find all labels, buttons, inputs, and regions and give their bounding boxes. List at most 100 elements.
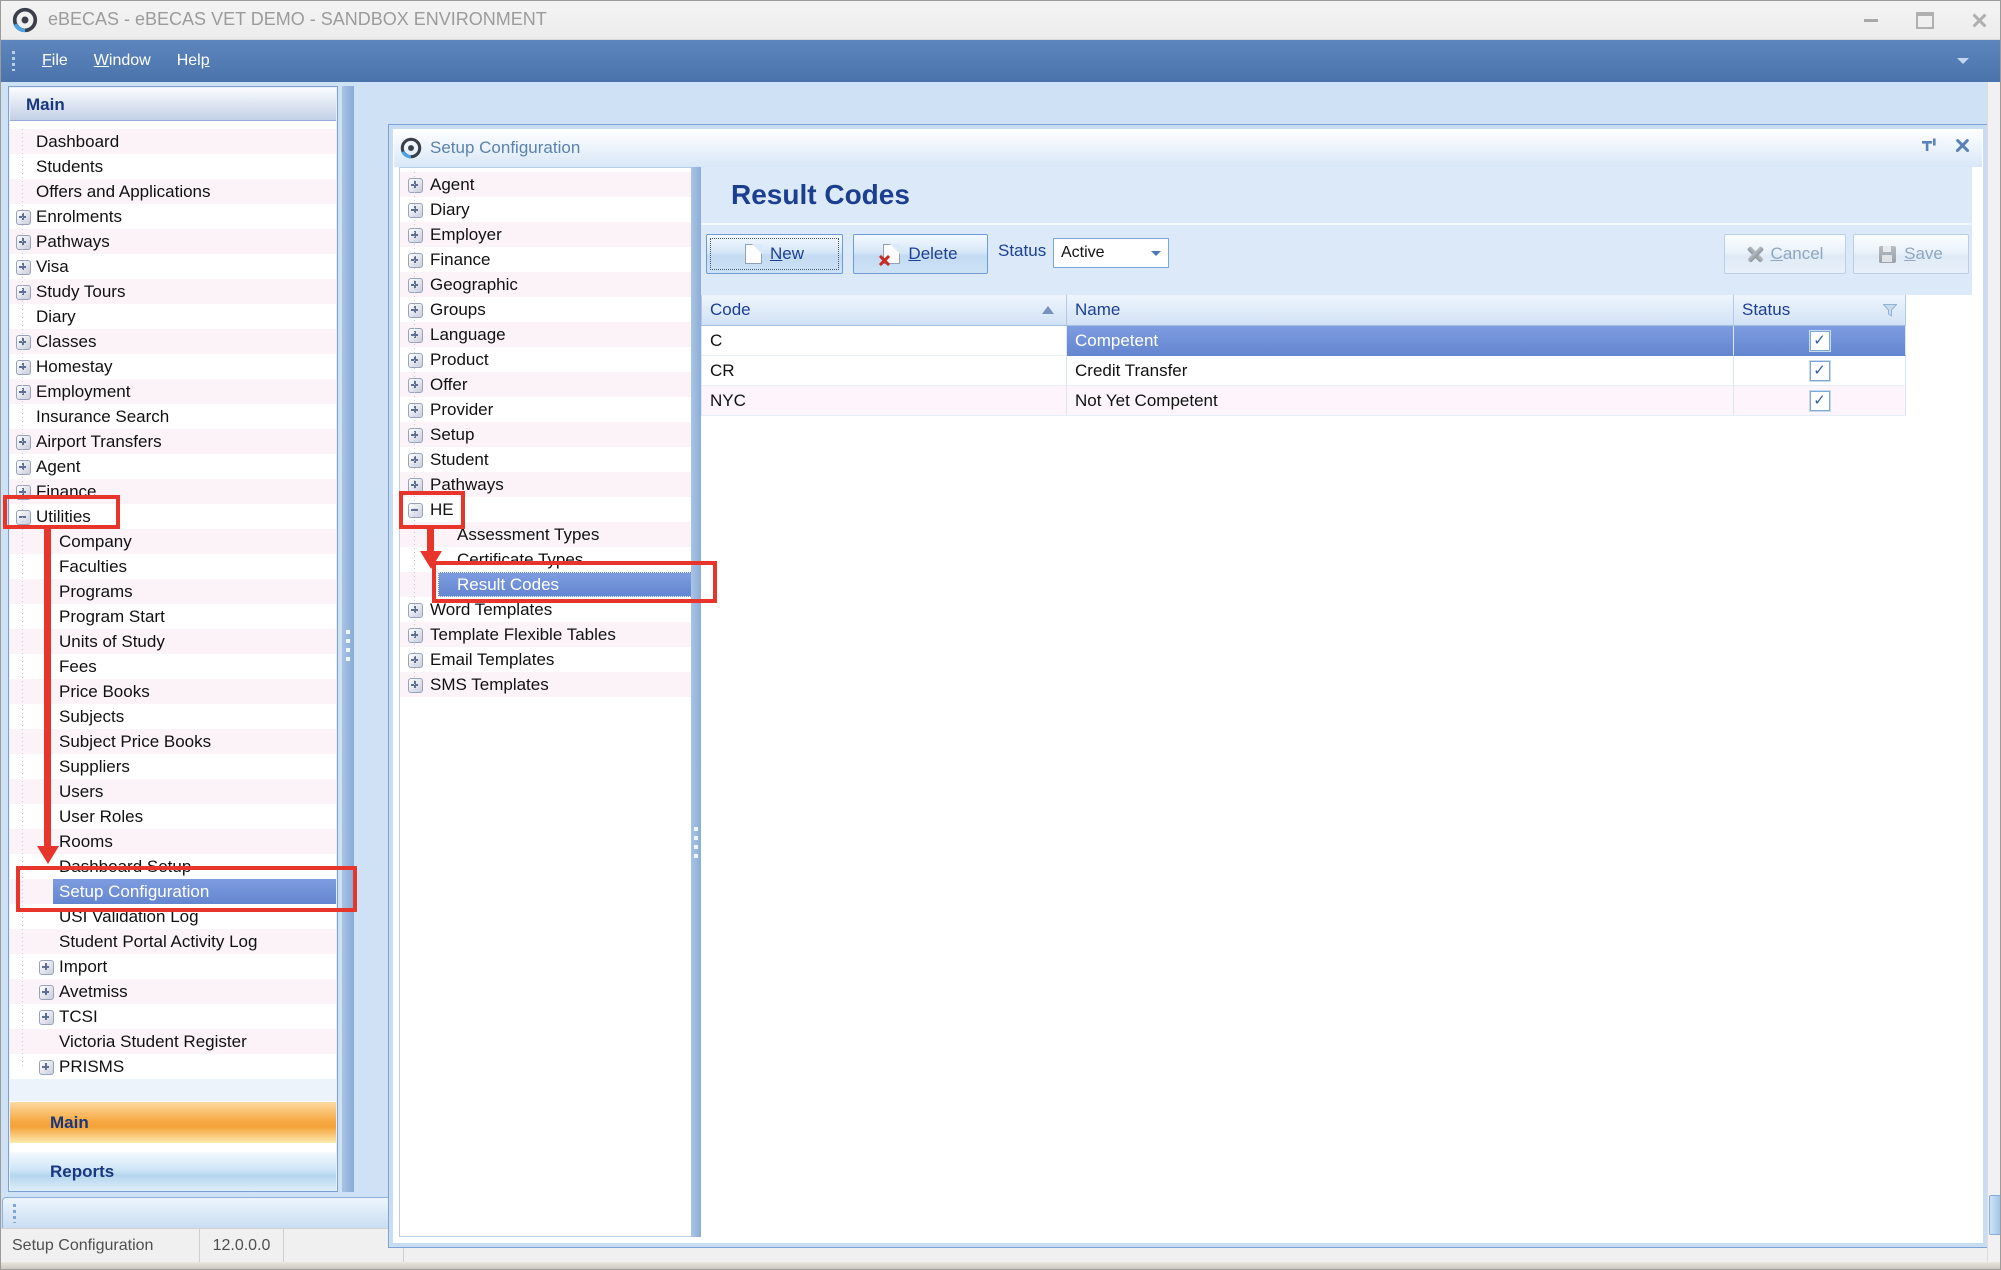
setup-tree-splitter[interactable] (691, 167, 701, 1237)
menu-file[interactable]: File (29, 48, 81, 74)
tree-item-homestay[interactable]: Homestay (10, 354, 336, 379)
expand-plus-icon[interactable] (408, 178, 423, 193)
tree-item-students[interactable]: Students (10, 154, 336, 179)
tree-item-offers-and-applications[interactable]: Offers and Applications (10, 179, 336, 204)
tree-item-sms-templates[interactable]: SMS Templates (400, 672, 692, 697)
tree-item-units-of-study[interactable]: Units of Study (10, 629, 336, 654)
tree-item-tcsi[interactable]: TCSI (10, 1004, 336, 1029)
expand-plus-icon[interactable] (39, 985, 54, 1000)
table-row-c[interactable]: CCompetent✓ (701, 326, 1906, 356)
expand-plus-icon[interactable] (408, 203, 423, 218)
cell-name[interactable]: Credit Transfer (1067, 356, 1734, 386)
expand-plus-icon[interactable] (408, 278, 423, 293)
tree-item-language[interactable]: Language (400, 322, 692, 347)
pin-icon[interactable] (1921, 137, 1937, 153)
tree-item-company[interactable]: Company (10, 529, 336, 554)
tree-item-enrolments[interactable]: Enrolments (10, 204, 336, 229)
menu-window[interactable]: Window (81, 48, 164, 74)
expand-plus-icon[interactable] (408, 253, 423, 268)
tree-item-airport-transfers[interactable]: Airport Transfers (10, 429, 336, 454)
tree-item-suppliers[interactable]: Suppliers (10, 754, 336, 779)
tree-item-subjects[interactable]: Subjects (10, 704, 336, 729)
expand-plus-icon[interactable] (408, 228, 423, 243)
close-button[interactable] (1972, 13, 1987, 28)
status-checkbox[interactable]: ✓ (1810, 361, 1830, 381)
expand-plus-icon[interactable] (39, 960, 54, 975)
tree-item-classes[interactable]: Classes (10, 329, 336, 354)
setup-window-close-icon[interactable] (1955, 138, 1970, 153)
tree-item-programs[interactable]: Programs (10, 579, 336, 604)
tree-item-agent[interactable]: Agent (400, 172, 692, 197)
status-checkbox[interactable]: ✓ (1810, 331, 1830, 351)
tree-item-geographic[interactable]: Geographic (400, 272, 692, 297)
table-row-cr[interactable]: CRCredit Transfer ✓ (701, 356, 1906, 386)
tree-item-subject-price-books[interactable]: Subject Price Books (10, 729, 336, 754)
delete-button[interactable]: Delete (853, 234, 988, 274)
sidebar-nav-reports[interactable]: Reports (10, 1151, 336, 1191)
expand-plus-icon[interactable] (16, 385, 31, 400)
tree-item-student[interactable]: Student (400, 447, 692, 472)
expand-plus-icon[interactable] (16, 260, 31, 275)
expand-plus-icon[interactable] (16, 285, 31, 300)
toolbar-overflow-icon[interactable] (1957, 58, 1969, 64)
cell-code[interactable]: NYC (701, 386, 1067, 416)
tree-item-offer[interactable]: Offer (400, 372, 692, 397)
scrollbar-thumb[interactable] (1989, 1195, 2001, 1235)
save-button[interactable]: Save (1853, 234, 1969, 274)
expand-plus-icon[interactable] (408, 328, 423, 343)
tree-item-prisms[interactable]: PRISMS (10, 1054, 336, 1079)
expand-plus-icon[interactable] (408, 678, 423, 693)
tree-item-users[interactable]: Users (10, 779, 336, 804)
tree-item-setup[interactable]: Setup (400, 422, 692, 447)
cancel-button[interactable]: Cancel (1724, 234, 1846, 274)
tree-item-employment[interactable]: Employment (10, 379, 336, 404)
tree-item-user-roles[interactable]: User Roles (10, 804, 336, 829)
tree-item-employer[interactable]: Employer (400, 222, 692, 247)
tree-item-import[interactable]: Import (10, 954, 336, 979)
setup-window-titlebar[interactable]: Setup Configuration (394, 129, 1982, 167)
tree-item-fees[interactable]: Fees (10, 654, 336, 679)
tree-item-diary[interactable]: Diary (10, 304, 336, 329)
column-header-code[interactable]: Code (701, 295, 1067, 326)
tree-item-provider[interactable]: Provider (400, 397, 692, 422)
cell-code[interactable]: CR (701, 356, 1067, 386)
cell-name[interactable]: Competent (1067, 326, 1734, 356)
tree-item-student-portal-activity-log[interactable]: Student Portal Activity Log (10, 929, 336, 954)
tree-item-finance[interactable]: Finance (400, 247, 692, 272)
expand-plus-icon[interactable] (16, 235, 31, 250)
menubar-grip[interactable] (12, 51, 15, 71)
vertical-scrollbar[interactable] (1987, 82, 2001, 1262)
expand-plus-icon[interactable] (408, 628, 423, 643)
tree-item-product[interactable]: Product (400, 347, 692, 372)
maximize-button[interactable] (1916, 12, 1934, 29)
tree-item-template-flexible-tables[interactable]: Template Flexible Tables (400, 622, 692, 647)
tree-item-diary[interactable]: Diary (400, 197, 692, 222)
sidebar-nav-main[interactable]: Main (10, 1101, 336, 1143)
tree-item-faculties[interactable]: Faculties (10, 554, 336, 579)
expand-plus-icon[interactable] (16, 460, 31, 475)
cell-name[interactable]: Not Yet Competent (1067, 386, 1734, 416)
expand-plus-icon[interactable] (408, 403, 423, 418)
expand-plus-icon[interactable] (408, 453, 423, 468)
tree-item-study-tours[interactable]: Study Tours (10, 279, 336, 304)
status-checkbox[interactable]: ✓ (1810, 391, 1830, 411)
sidebar-splitter[interactable] (342, 86, 354, 1192)
status-dropdown[interactable]: Active (1053, 238, 1169, 268)
expand-plus-icon[interactable] (408, 303, 423, 318)
table-row-nyc[interactable]: NYCNot Yet Competent ✓ (701, 386, 1906, 416)
mini-toolbar-grip[interactable] (13, 1204, 16, 1223)
column-header-name[interactable]: Name (1067, 295, 1734, 326)
expand-plus-icon[interactable] (408, 353, 423, 368)
tree-item-victoria-student-register[interactable]: Victoria Student Register (10, 1029, 336, 1054)
tree-item-price-books[interactable]: Price Books (10, 679, 336, 704)
expand-plus-icon[interactable] (408, 603, 423, 618)
column-header-status[interactable]: Status (1734, 295, 1906, 326)
minimize-button[interactable] (1864, 19, 1878, 22)
expand-plus-icon[interactable] (39, 1060, 54, 1075)
new-button[interactable]: New (706, 234, 843, 274)
expand-plus-icon[interactable] (16, 435, 31, 450)
filter-icon[interactable] (1883, 304, 1897, 317)
tree-item-email-templates[interactable]: Email Templates (400, 647, 692, 672)
expand-plus-icon[interactable] (408, 653, 423, 668)
expand-plus-icon[interactable] (16, 360, 31, 375)
